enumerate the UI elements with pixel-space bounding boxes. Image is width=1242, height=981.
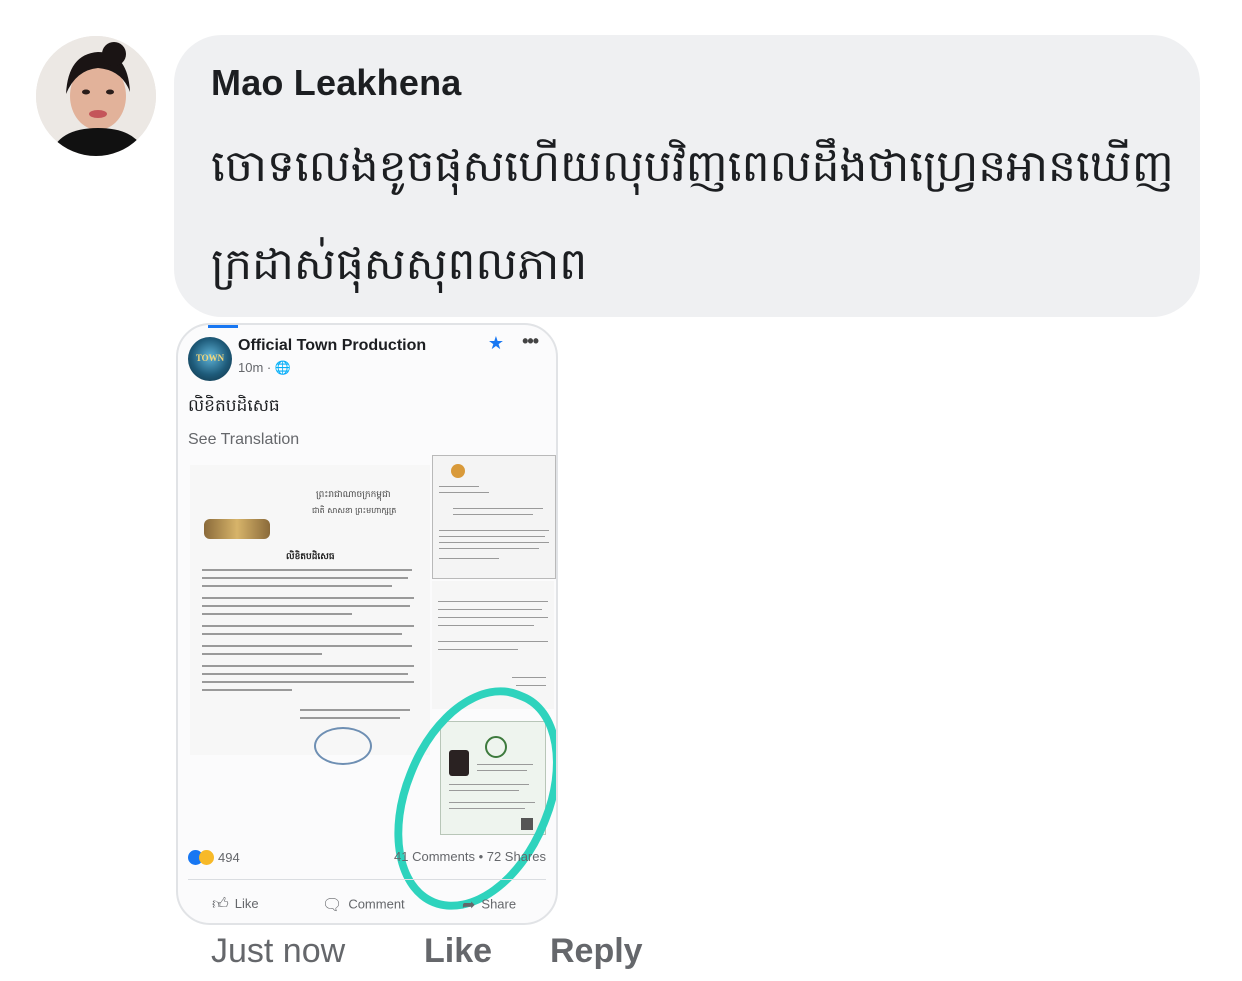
emblem-icon bbox=[451, 464, 465, 478]
reaction-count: 494 bbox=[218, 850, 240, 866]
post-share-label: Share bbox=[481, 896, 517, 912]
post-comment-label: Comment bbox=[348, 896, 405, 912]
share-icon: ➦ bbox=[462, 897, 476, 914]
official-stamp bbox=[314, 727, 372, 765]
star-icon: ★ bbox=[487, 333, 504, 353]
post-time: 10m · 🌐 bbox=[238, 360, 292, 375]
post-like-button: 👍︎ Like bbox=[212, 895, 259, 914]
tab-indicator bbox=[208, 325, 238, 328]
comment-author[interactable]: Mao Leakhena bbox=[211, 62, 461, 104]
post-stats: 41 Comments • 72 Shares bbox=[394, 849, 546, 864]
side-document-1 bbox=[432, 455, 556, 579]
comment-timestamp: Just now bbox=[211, 932, 346, 970]
see-translation: See Translation bbox=[188, 431, 300, 448]
post-title: លិខិតបដិសេធ bbox=[188, 396, 280, 416]
more-icon: ••• bbox=[522, 331, 539, 351]
like-button[interactable]: Like bbox=[424, 932, 492, 971]
post-like-label: Like bbox=[234, 895, 259, 911]
avatar[interactable] bbox=[36, 36, 156, 156]
letter-header: ព្រះរាជាណាចក្រកម្ពុជា bbox=[316, 490, 391, 500]
page-logo-text: TOWN bbox=[195, 353, 225, 363]
comment-icon: 🗨︎ bbox=[322, 897, 343, 914]
comment-text: ចោទលេងខូចផុសហើយលុបវិញពេលដឹងថាហ្វ្រេនអានឃ… bbox=[211, 141, 1174, 290]
thumbs-up-icon: 👍︎ bbox=[212, 896, 229, 913]
letter-heading: លិខិតបដិសេធ bbox=[286, 552, 335, 562]
letter-subheader: ជាតិ សាសនា ព្រះមហាក្សត្រ bbox=[312, 506, 397, 515]
letter-document: ព្រះរាជាណាចក្រកម្ពុជា ជាតិ សាសនា ព្រះមហា… bbox=[190, 465, 430, 765]
reaction-summary: 494 bbox=[188, 849, 240, 866]
letter-logo bbox=[204, 519, 270, 539]
profile-photo bbox=[36, 36, 156, 156]
wow-reaction-icon bbox=[199, 850, 214, 866]
post-comment-button: 🗨︎ Comment bbox=[322, 895, 405, 915]
divider bbox=[188, 879, 546, 880]
attached-screenshot[interactable]: TOWN Official Town Production 10m · 🌐 ★ … bbox=[176, 323, 558, 925]
page-name: Official Town Production bbox=[238, 337, 427, 354]
page-logo: TOWN bbox=[188, 337, 232, 381]
reply-button[interactable]: Reply bbox=[550, 932, 643, 971]
post-share-button: ➦ Share bbox=[462, 895, 516, 915]
